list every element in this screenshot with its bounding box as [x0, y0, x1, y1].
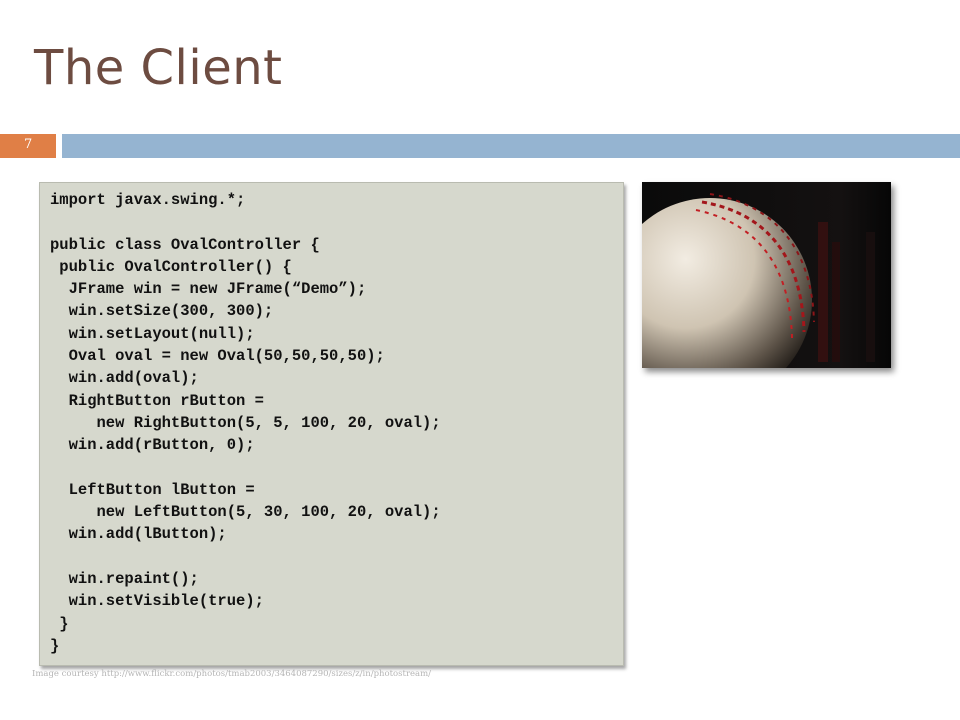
- baseball-photo: [642, 182, 891, 368]
- image-credit: Image courtesy http://www.flickr.com/pho…: [32, 669, 432, 679]
- slide-number: 7: [24, 137, 33, 152]
- baseball-image: [642, 182, 891, 368]
- code-listing: import javax.swing.*; public class OvalC…: [50, 191, 441, 655]
- slide-title: The Client: [34, 40, 283, 96]
- header-bar: [62, 134, 960, 158]
- code-box: import javax.swing.*; public class OvalC…: [39, 182, 624, 666]
